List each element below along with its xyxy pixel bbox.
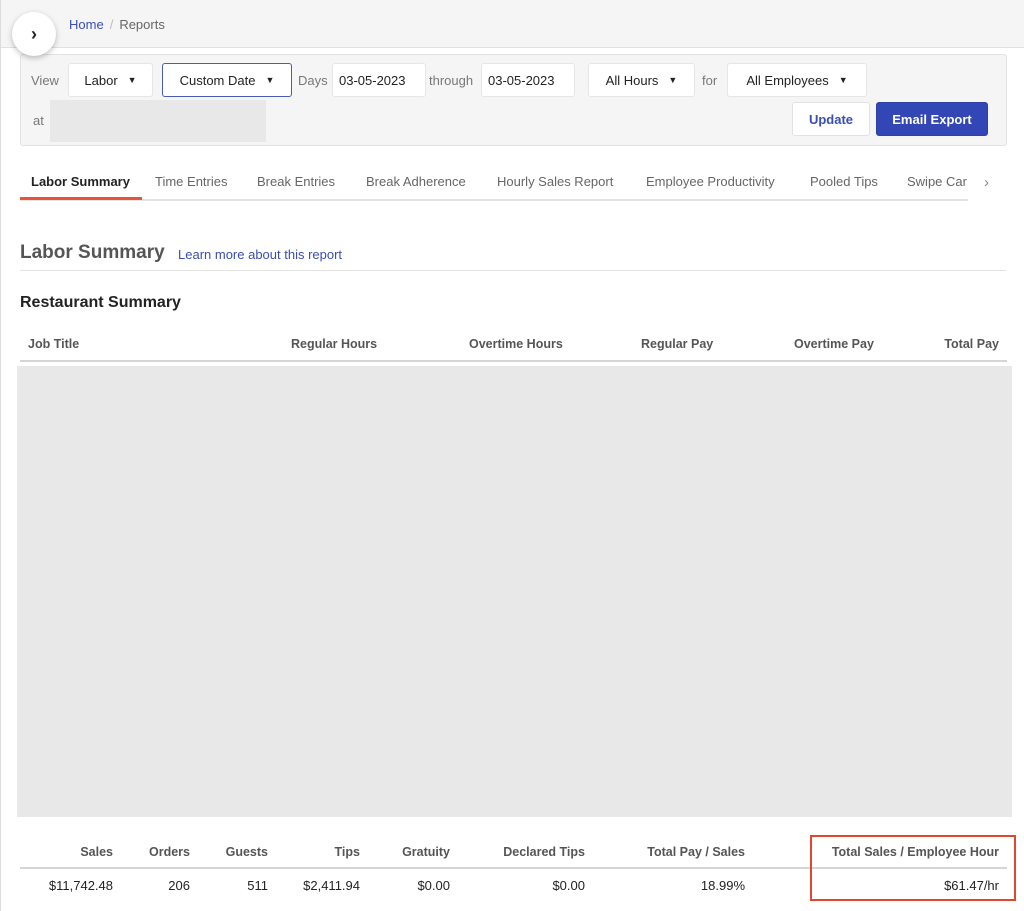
column-header: Regular Pay bbox=[641, 337, 714, 351]
location-field-redacted[interactable] bbox=[50, 100, 266, 142]
tab-break-adherence[interactable]: Break Adherence bbox=[366, 174, 466, 189]
column-header: Job Title bbox=[28, 337, 80, 351]
restaurant-summary-heading: Restaurant Summary bbox=[20, 294, 181, 311]
column-header: Gratuity bbox=[402, 845, 450, 859]
view-dropdown[interactable]: Labor ▼ bbox=[68, 63, 153, 97]
summary-guests: 511 bbox=[247, 878, 268, 893]
tab-pooled-tips[interactable]: Pooled Tips bbox=[810, 174, 878, 189]
summary-table-header: Sales Orders Guests Tips Gratuity Declar… bbox=[20, 840, 1007, 869]
tab-time-entries[interactable]: Time Entries bbox=[155, 174, 227, 189]
days-label: Days bbox=[298, 73, 328, 88]
caret-down-icon: ▼ bbox=[127, 75, 137, 85]
tab-break-entries[interactable]: Break Entries bbox=[257, 174, 335, 189]
job-table-body-redacted bbox=[17, 366, 1012, 817]
report-title: Labor Summary bbox=[20, 242, 165, 263]
summary-row: $11,742.48 206 511 $2,411.94 $0.00 $0.00… bbox=[20, 876, 1007, 900]
breadcrumb-current: Reports bbox=[119, 17, 165, 32]
update-button[interactable]: Update bbox=[792, 102, 870, 136]
tab-labor-summary[interactable]: Labor Summary bbox=[31, 174, 130, 189]
column-header: Total Pay / Sales bbox=[647, 845, 745, 859]
start-date-input[interactable]: 03-05-2023 bbox=[332, 63, 426, 97]
summary-sales: $11,742.48 bbox=[48, 878, 113, 893]
column-header: Orders bbox=[149, 845, 190, 859]
at-label: at bbox=[33, 113, 44, 128]
tab-swipe-card[interactable]: Swipe Car bbox=[907, 174, 967, 189]
employees-value: All Employees bbox=[746, 72, 829, 88]
column-header: Total Sales / Employee Hour bbox=[831, 845, 999, 859]
hours-dropdown[interactable]: All Hours ▼ bbox=[588, 63, 695, 97]
tab-hourly-sales-report[interactable]: Hourly Sales Report bbox=[497, 174, 613, 189]
tab-employee-productivity[interactable]: Employee Productivity bbox=[646, 174, 775, 189]
column-header: Guests bbox=[225, 845, 268, 859]
report-header: Labor Summary Learn more about this repo… bbox=[20, 242, 1006, 271]
summary-gratuity: $0.00 bbox=[417, 878, 450, 893]
column-header: Regular Hours bbox=[291, 337, 378, 351]
employees-dropdown[interactable]: All Employees ▼ bbox=[727, 63, 867, 97]
column-header: Declared Tips bbox=[503, 845, 585, 859]
column-header: Overtime Hours bbox=[469, 337, 563, 351]
caret-down-icon: ▼ bbox=[838, 75, 848, 85]
filter-panel: View Labor ▼ Custom Date ▼ Days 03-05-20… bbox=[20, 54, 1007, 146]
view-value: Labor bbox=[84, 72, 118, 88]
date-mode-dropdown[interactable]: Custom Date ▼ bbox=[162, 63, 292, 97]
summary-pay-to-sales: 18.99% bbox=[700, 878, 745, 893]
for-label: for bbox=[702, 73, 718, 88]
column-header: Tips bbox=[334, 845, 360, 859]
sidebar-toggle-button[interactable]: › bbox=[12, 12, 56, 56]
date-mode-value: Custom Date bbox=[179, 72, 256, 88]
breadcrumb: Home / Reports bbox=[69, 17, 165, 32]
breadcrumb-separator: / bbox=[109, 17, 114, 32]
column-header: Total Pay bbox=[944, 337, 999, 351]
summary-tips: $2,411.94 bbox=[303, 878, 360, 893]
column-header: Sales bbox=[80, 845, 113, 859]
caret-down-icon: ▼ bbox=[265, 75, 275, 85]
chevron-right-icon[interactable]: › bbox=[984, 174, 989, 191]
chevron-right-icon: › bbox=[31, 23, 37, 44]
active-tab-indicator bbox=[20, 197, 142, 200]
learn-more-link[interactable]: Learn more about this report bbox=[178, 247, 342, 262]
summary-declared-tips: $0.00 bbox=[552, 878, 585, 893]
column-header: Overtime Pay bbox=[794, 337, 874, 351]
hours-value: All Hours bbox=[605, 72, 659, 88]
summary-orders: 206 bbox=[168, 878, 190, 893]
report-tabs: Labor Summary Time Entries Break Entries… bbox=[20, 166, 968, 201]
view-label: View bbox=[31, 73, 59, 88]
caret-down-icon: ▼ bbox=[668, 75, 678, 85]
end-date-input[interactable]: 03-05-2023 bbox=[481, 63, 575, 97]
email-export-button[interactable]: Email Export bbox=[876, 102, 988, 136]
summary-sales-per-hour: $61.47/hr bbox=[944, 878, 999, 893]
job-table-header: Job Title Regular Hours Overtime Hours R… bbox=[20, 332, 1007, 362]
breadcrumb-home-link[interactable]: Home bbox=[69, 17, 104, 32]
through-label: through bbox=[429, 73, 474, 88]
